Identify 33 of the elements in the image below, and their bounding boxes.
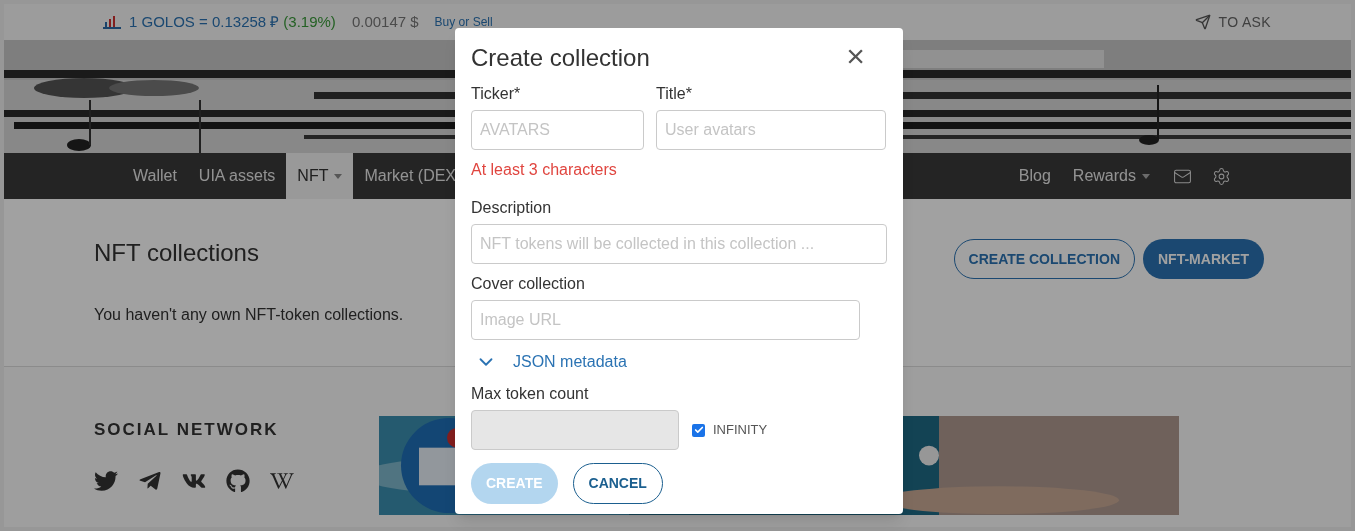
close-button[interactable]: ×	[846, 40, 865, 72]
nav-link[interactable]: Blog	[1007, 153, 1062, 199]
send-icon	[1194, 14, 1211, 30]
field-label: Cover collection	[471, 274, 586, 294]
page-heading: NFT collections	[94, 238, 259, 268]
footer-heading: SOCIAL NETWORK	[94, 419, 280, 441]
rate-change: (3.19%)	[283, 11, 336, 32]
field-label: Description	[471, 198, 553, 218]
nft-market-button[interactable]: NFT-MARKET	[1143, 239, 1264, 279]
twitter-icon[interactable]	[94, 468, 118, 493]
nav-tab[interactable]: NFT	[286, 153, 354, 199]
field-label: Title*	[656, 84, 693, 104]
text-field[interactable]: AVATARS	[471, 110, 644, 150]
field-label: Ticker*	[471, 84, 522, 104]
usd-price: 0.00147 $	[351, 11, 419, 32]
empty-message: You haven't any own NFT-token collections.	[94, 305, 404, 325]
nav-link[interactable]: Rewards	[1061, 153, 1161, 199]
text-field[interactable]: NFT tokens will be collected in this collection ...	[471, 224, 887, 264]
text-field[interactable]: User avatars	[656, 110, 886, 150]
buy-link[interactable]: Buy or Sell	[434, 13, 493, 31]
github-icon[interactable]	[226, 468, 250, 493]
ask-link[interactable]: TO ASK	[1218, 11, 1271, 33]
checkbox-label: INFINITY	[713, 421, 768, 440]
json-metadata-toggle[interactable]: JSON metadata	[475, 350, 887, 374]
field-label: Max token count	[471, 384, 590, 404]
text-field[interactable]: Image URL	[471, 300, 860, 340]
nav-tab[interactable]: Wallet	[122, 153, 188, 199]
nav-tab[interactable]: UIA assets	[187, 153, 287, 199]
dialog-title: Create collection	[471, 43, 650, 73]
error-message: At least 3 characters	[471, 160, 618, 180]
chart-icon	[103, 15, 121, 29]
exchange-rate: 1 GOLOS = 0.13258 ₽	[129, 11, 280, 32]
settings-icon[interactable]	[1212, 166, 1231, 186]
